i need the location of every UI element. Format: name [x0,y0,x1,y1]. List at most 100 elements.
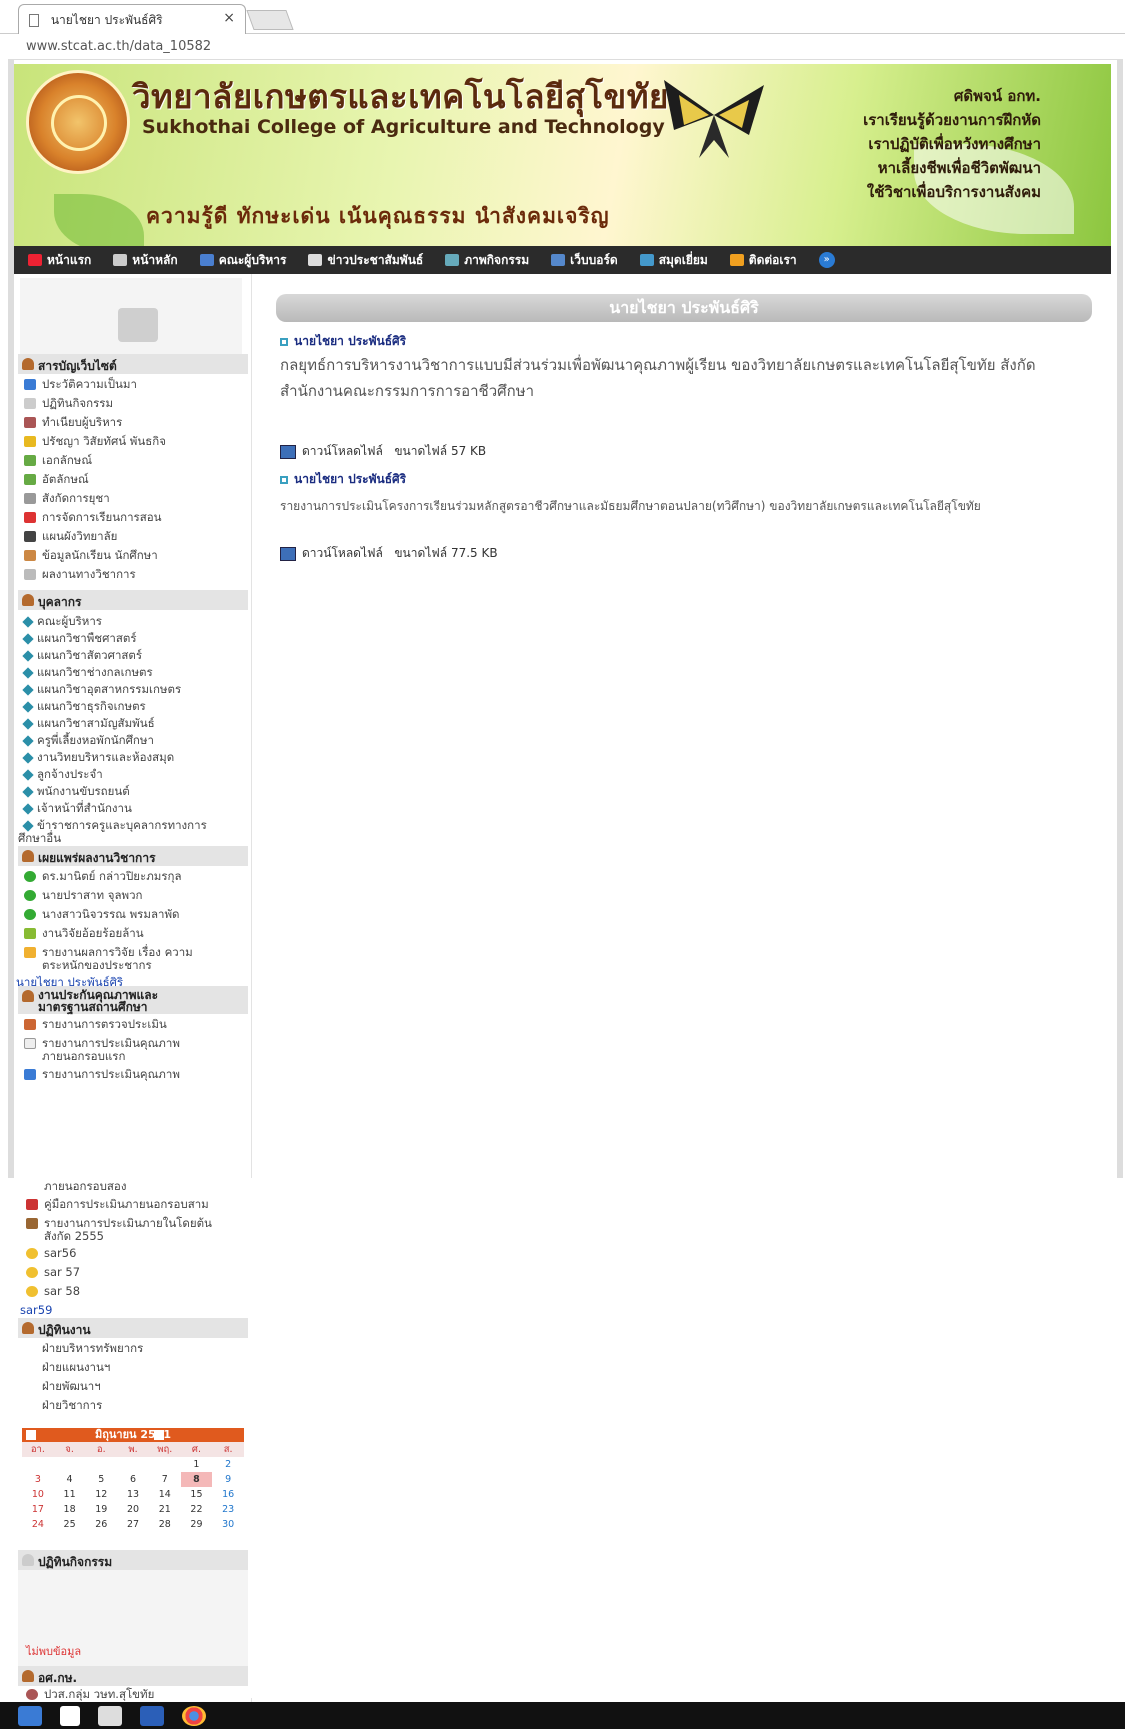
sidebar-item[interactable]: เอกลักษณ์ [24,452,250,470]
os-taskbar [0,1702,1125,1729]
section-work-calendar: ปฏิทินงาน [18,1318,248,1338]
butterfly-icon [664,80,764,158]
sidebar-item[interactable]: การจัดการเรียนการสอน [24,509,250,527]
sidebar-item[interactable]: ฝ่ายวิชาการ [42,1397,268,1415]
nav-item-home[interactable]: หน้าแรก [28,251,91,270]
new-tab-button[interactable] [246,10,294,30]
file-explorer-icon[interactable] [18,1705,42,1726]
sidebar-item[interactable]: รายงานการประเมินคุณภาพ [24,1066,250,1084]
section-activity-calendar: ปฏิทินกิจกรรม [18,1550,248,1570]
people-icon [199,254,214,266]
entry-author[interactable]: นายไชยา ประพันธ์ศิริ [280,332,406,351]
browser-tab[interactable]: นายไชยา ประพันธ์ศิริ × [18,4,246,34]
sidebar-item[interactable]: นายปราสาท จุลพวก [24,887,250,905]
sidebar-item[interactable]: ครูพี่เลี้ยงหอพักนักศึกษา [22,732,250,750]
mini-calendar: มิถุนายน 2561 อา. จ. อ. พ. พฤ. ศ. ส. 12 345678… [22,1428,244,1536]
sidebar-item[interactable]: ประวัติความเป็นมา [24,376,250,394]
download-file-icon [280,444,296,459]
mail-icon[interactable] [98,1705,122,1726]
leaf-decoration [54,194,144,246]
calendar-today[interactable]: 8 [180,1472,213,1487]
file-size: ขนาดไฟล์ 77.5 KB [394,546,498,560]
nav-item-main[interactable]: หน้าหลัก [113,251,178,270]
chrome-icon[interactable] [182,1705,206,1726]
sidebar-item[interactable]: รายงานการตรวจประเมิน [24,1016,250,1034]
calendar-header: มิถุนายน 2561 [22,1428,244,1442]
calendar-week: 10 11 12 13 14 15 16 [31,1489,235,1500]
sidebar-item[interactable]: งานวิจัยอ้อยร้อยล้าน [24,925,250,943]
people-icon [22,850,34,862]
sidebar-item[interactable]: ฝ่ายพัฒนาฯ [42,1378,268,1396]
entry-description: รายงานการประเมินโครงการเรียนร่วมหลักสูตร… [280,499,981,513]
download-file-icon [280,546,296,561]
sidebar-item[interactable]: คู่มือการประเมินภายนอกรอบสาม [26,1196,252,1214]
sidebar-item[interactable]: ฝ่ายบริหารทรัพยากร [42,1340,268,1358]
section-osk: อศ.กษ. [18,1666,248,1686]
word-icon[interactable] [140,1705,164,1726]
main-nav: หน้าแรก หน้าหลัก คณะผู้บริหาร ข่าวประชาส… [14,246,1111,274]
site-banner: วิทยาลัยเกษตรและเทคโนโลยีสุโขทัย Sukhoth… [14,64,1111,246]
calendar-day-names: อา. จ. อ. พ. พฤ. ศ. ส. [22,1442,244,1457]
browser-tab-bar: นายไชยา ประพันธ์ศิริ × [0,0,1125,34]
bullet-icon [280,337,288,346]
photo-icon [445,254,460,266]
sidebar-item[interactable]: ลูกจ้างประจำ [22,766,250,784]
sidebar-item[interactable]: เจ้าหน้าที่สำนักงาน [22,800,250,818]
sidebar-item[interactable]: แผนกวิชาสัตวศาสตร์ [22,647,250,665]
sidebar-item[interactable]: พนักงานขับรถยนต์ [22,783,250,801]
sidebar-item[interactable]: ฝ่ายแผนงานฯ [42,1359,268,1377]
sidebar-item-wrap: ภายนอกรอบแรก [42,1049,126,1063]
mail-icon [729,254,744,266]
nav-item-webboard[interactable]: เว็บบอร์ด [551,251,618,270]
sidebar-item[interactable]: สังกัดการยุชา [24,490,250,508]
nav-more-icon[interactable]: » [818,252,835,268]
bullet-icon [280,475,288,484]
sidebar-item[interactable]: ข้อมูลนักเรียน นักศึกษา [24,547,250,565]
section-staff: บุคลากร [18,590,248,610]
entry-description: กลยุทธ์การบริหารงานวิชาการแบบมีส่วนร่วมเ… [280,356,1036,400]
sidebar-item[interactable]: อัตลักษณ์ [24,471,250,489]
people-icon [22,358,34,370]
sidebar-item-wrap: ตระหนักของประชากร [42,958,152,972]
sidebar-item[interactable]: คณะผู้บริหาร [22,613,250,631]
nav-item-news[interactable]: ข่าวประชาสัมพันธ์ [308,251,423,270]
nav-item-gallery[interactable]: ภาพกิจกรรม [445,251,529,270]
sidebar-item[interactable]: sar 57 [26,1265,252,1279]
close-tab-icon[interactable]: × [223,10,235,26]
nav-item-contact[interactable]: ติดต่อเรา [729,251,797,270]
sidebar-item[interactable]: แผนกวิชาพืชศาสตร์ [22,630,250,648]
sidebar-item[interactable]: ทำเนียบผู้บริหาร [24,414,250,432]
entry-author[interactable]: นายไชยา ประพันธ์ศิริ [280,470,406,489]
sidebar-item[interactable]: แผนกวิชาช่างกลเกษตร [22,664,250,682]
prev-month-icon[interactable] [26,1430,36,1440]
sidebar-item[interactable]: ปรัชญา วิสัยทัศน์ พันธกิจ [24,433,250,451]
file-size: ขนาดไฟล์ 57 KB [394,444,487,458]
nav-item-executives[interactable]: คณะผู้บริหาร [199,251,286,270]
sidebar-item[interactable]: แผนกวิชาสามัญสัมพันธ์ [22,715,250,733]
sidebar-item[interactable]: แผนกวิชาอุตสาหกรรมเกษตร [22,681,250,699]
sidebar-item[interactable]: sar 58 [26,1284,252,1298]
section-publications: เผยแพร่ผลงานวิชาการ [18,846,248,866]
calendar-icon [22,1554,34,1566]
sidebar-item-wrap: สังกัด 2555 [44,1229,104,1243]
sidebar-item[interactable]: แผนกวิชาธุรกิจเกษตร [22,698,250,716]
store-icon[interactable] [60,1705,80,1726]
nav-item-guestbook[interactable]: สมุดเยี่ยม [639,251,708,270]
next-month-icon[interactable] [154,1430,164,1440]
sidebar-item[interactable]: ผลงานทางวิชาการ [24,566,250,584]
sidebar-item[interactable]: sar56 [26,1246,252,1260]
sidebar-item[interactable]: นางสาวนิจวรรณ พรมลาพัด [24,906,250,924]
sidebar-item[interactable]: แผนผังวิทยาลัย [24,528,250,546]
puzzle-icon [118,308,158,342]
image-link-sar59[interactable]: sar59 [20,1303,246,1317]
news-icon [308,254,323,266]
download-link[interactable]: ดาวน์โหลดไฟล์ ขนาดไฟล์ 77.5 KB [280,544,498,563]
sidebar-item[interactable]: ปฏิทินกิจกรรม [24,395,250,413]
sidebar-item[interactable]: ดร.มานิตย์ กล่าวปิยะภมรกุล [24,868,250,886]
address-bar[interactable]: www.stcat.ac.th/data_10582 [8,34,1123,60]
motto-line: หาเลี้ยงชีพเพื่อชีวิตพัฒนา [877,159,1041,177]
sidebar-item[interactable]: งานวิทยบริหารและห้องสมุด [22,749,250,767]
house-icon [113,254,128,266]
download-link[interactable]: ดาวน์โหลดไฟล์ ขนาดไฟล์ 57 KB [280,442,486,461]
calendar-week: 17 18 19 20 21 22 23 [31,1504,235,1515]
